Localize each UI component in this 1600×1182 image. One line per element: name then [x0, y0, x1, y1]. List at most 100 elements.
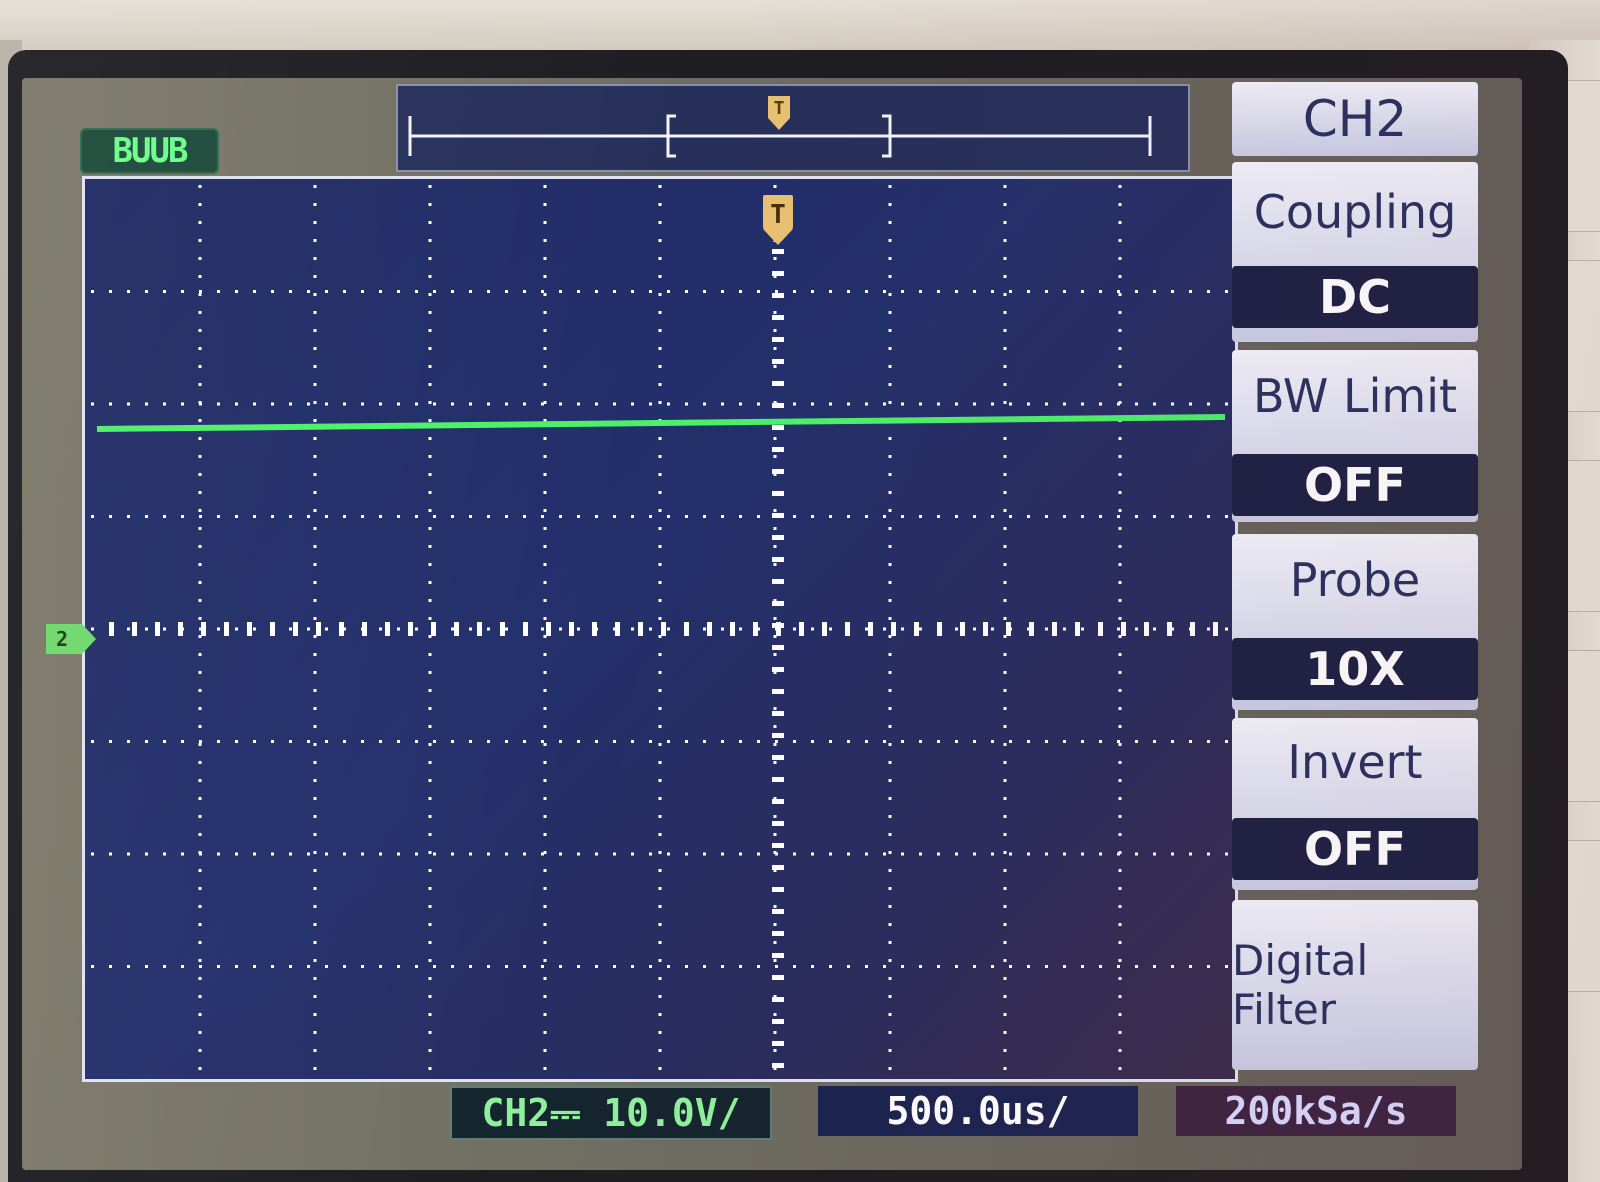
grid-dot	[888, 365, 892, 368]
grid-dot	[1118, 959, 1122, 962]
grid-dot	[469, 740, 472, 743]
grid-dot	[888, 653, 892, 656]
invert-value-label: OFF	[1304, 822, 1406, 876]
grid-dot	[451, 740, 454, 743]
grid-dot	[888, 329, 892, 332]
grid-dot	[109, 402, 112, 406]
grid-dot	[1063, 290, 1066, 293]
grid-dot	[181, 290, 184, 293]
grid-dot	[888, 743, 892, 746]
grid-dot	[1003, 1067, 1007, 1070]
grid-dot	[973, 965, 976, 968]
grid-dot	[313, 203, 317, 206]
grid-dot	[1118, 581, 1122, 584]
grid-dot	[127, 290, 130, 293]
grid-dot	[721, 627, 724, 631]
grid-dot	[577, 402, 580, 406]
grid-dot	[1189, 852, 1192, 856]
grid-dot	[631, 852, 634, 856]
grid-dot	[313, 869, 317, 872]
grid-dot	[397, 627, 400, 631]
grid-dot	[658, 599, 662, 602]
center-horizontal-tick	[569, 622, 574, 636]
grid-dot	[559, 515, 562, 518]
grid-dot	[595, 965, 598, 968]
grid-dot	[343, 965, 346, 968]
grid-dot	[198, 923, 202, 926]
grid-dot	[775, 965, 778, 968]
grid-dot	[1118, 995, 1122, 998]
grid-dot	[667, 515, 670, 518]
grid-dot	[145, 402, 148, 406]
grid-dot	[543, 1013, 547, 1016]
grid-dot	[793, 965, 796, 968]
grid-dot	[937, 515, 940, 518]
grid-dot	[773, 743, 777, 746]
grid-dot	[199, 290, 202, 293]
trigger-position-small-icon: T	[768, 96, 790, 130]
grid-dot	[865, 290, 868, 293]
grid-dot	[217, 515, 220, 518]
grid-dot	[198, 311, 202, 314]
grid-lines	[91, 185, 1228, 1070]
svg-text:T: T	[774, 98, 785, 119]
grid-dot	[1003, 707, 1007, 710]
coupling-value: DC	[1232, 266, 1478, 328]
grid-dot	[397, 740, 400, 743]
grid-dot	[658, 923, 662, 926]
grid-dot	[325, 965, 328, 968]
grid-dot	[773, 311, 777, 314]
grid-dot	[433, 290, 436, 293]
center-horizontal-tick	[454, 622, 459, 636]
grid-dot	[198, 905, 202, 908]
grid-dot	[888, 905, 892, 908]
grid-dot	[428, 455, 432, 458]
grid-dot	[1003, 1031, 1007, 1034]
grid-dot	[1118, 455, 1122, 458]
center-vertical-tick	[772, 909, 784, 914]
grid-dot	[1153, 627, 1156, 631]
channel-2-marker-label: 2	[56, 627, 69, 651]
grid-dot	[829, 402, 832, 406]
center-horizontal-tick	[316, 622, 321, 636]
grid-dot	[658, 563, 662, 566]
center-horizontal-tick	[960, 622, 965, 636]
grid-dot	[829, 852, 832, 856]
grid-dot	[1003, 383, 1007, 386]
grid-dot	[811, 290, 814, 293]
grid-dot	[658, 239, 662, 242]
grid-dot	[217, 402, 220, 406]
grid-dot	[888, 527, 892, 530]
grid-dot	[631, 627, 634, 631]
digital-filter-menu-button[interactable]: Digital Filter	[1232, 900, 1478, 1070]
grid-dot	[198, 617, 202, 620]
grid-dot	[1207, 290, 1210, 293]
grid-dot	[199, 965, 202, 968]
grid-dot	[198, 473, 202, 476]
grid-dot	[307, 515, 310, 518]
grid-dot	[865, 402, 868, 406]
grid-dot	[888, 707, 892, 710]
center-horizontal-tick	[362, 622, 367, 636]
grid-dot	[773, 347, 777, 350]
center-vertical-tick	[772, 953, 784, 958]
grid-dot	[289, 515, 292, 518]
grid-dot	[313, 923, 317, 926]
grid-dot	[883, 852, 886, 856]
grid-dot	[888, 959, 892, 962]
grid-dot	[198, 743, 202, 746]
grid-dot	[703, 627, 706, 631]
grid-dot	[703, 290, 706, 293]
bw-limit-label: BW Limit	[1252, 369, 1458, 423]
grid-dot	[428, 995, 432, 998]
grid-dot	[428, 689, 432, 692]
center-vertical-tick	[772, 579, 784, 584]
grid-dot	[865, 627, 868, 631]
grid-dot	[487, 402, 490, 406]
grid-dot	[595, 740, 598, 743]
grid-dot	[658, 977, 662, 980]
grid-dot	[888, 383, 892, 386]
center-vertical-tick	[772, 821, 784, 826]
grid-dot	[1003, 797, 1007, 800]
grid-dot	[1003, 581, 1007, 584]
